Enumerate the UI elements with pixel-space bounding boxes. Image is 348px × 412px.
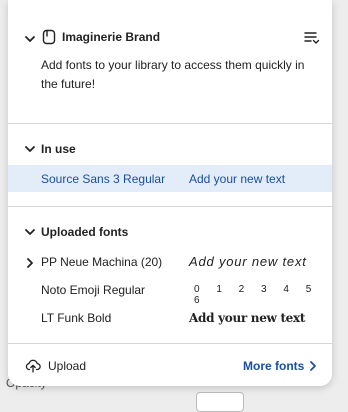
brand-library-icon <box>41 29 57 45</box>
font-sample: Add your new text <box>189 254 307 269</box>
divider <box>8 343 332 344</box>
font-sample: 0 1 2 3 4 5 6 <box>194 284 319 306</box>
brand-name: Imaginerie Brand <box>62 30 161 44</box>
brand-description: Add fonts to your library to access them… <box>41 58 305 91</box>
backdrop-input[interactable] <box>196 392 244 412</box>
font-name: PP Neue Machina (20) <box>41 255 163 269</box>
divider <box>8 206 332 207</box>
font-row-lt-funk-bold[interactable]: LT Funk Bold Add your new text <box>8 306 332 332</box>
in-use-section-title: In use <box>41 142 76 156</box>
font-name: Source Sans 3 Regular <box>41 172 166 186</box>
expand-family-chevron-right-icon[interactable] <box>24 257 36 269</box>
font-sample: Add your new text <box>189 172 286 186</box>
font-row-noto-emoji[interactable]: Noto Emoji Regular 0 1 2 3 4 5 6 <box>8 278 332 306</box>
font-sample: Add your new text <box>189 311 306 325</box>
font-library-panel: Imaginerie Brand Add fonts to your libra… <box>8 0 332 386</box>
font-row-source-sans[interactable]: Source Sans 3 Regular Add your new text <box>8 165 332 192</box>
in-use-collapse-chevron-icon[interactable] <box>24 143 36 155</box>
uploaded-collapse-chevron-icon[interactable] <box>24 226 36 238</box>
brand-collapse-chevron-icon[interactable] <box>24 33 36 45</box>
brand-menu-icon[interactable] <box>304 31 320 45</box>
uploaded-section-title: Uploaded fonts <box>41 225 129 239</box>
font-name: LT Funk Bold <box>41 311 112 325</box>
more-fonts-link[interactable]: More fonts <box>243 359 304 373</box>
divider <box>8 123 332 124</box>
upload-cloud-icon[interactable] <box>25 357 41 373</box>
more-fonts-chevron-right-icon[interactable] <box>308 359 318 371</box>
font-row-pp-neue-machina[interactable]: PP Neue Machina (20) Add your new text <box>8 250 332 276</box>
upload-button[interactable]: Upload <box>48 359 86 373</box>
font-name: Noto Emoji Regular <box>41 283 146 297</box>
